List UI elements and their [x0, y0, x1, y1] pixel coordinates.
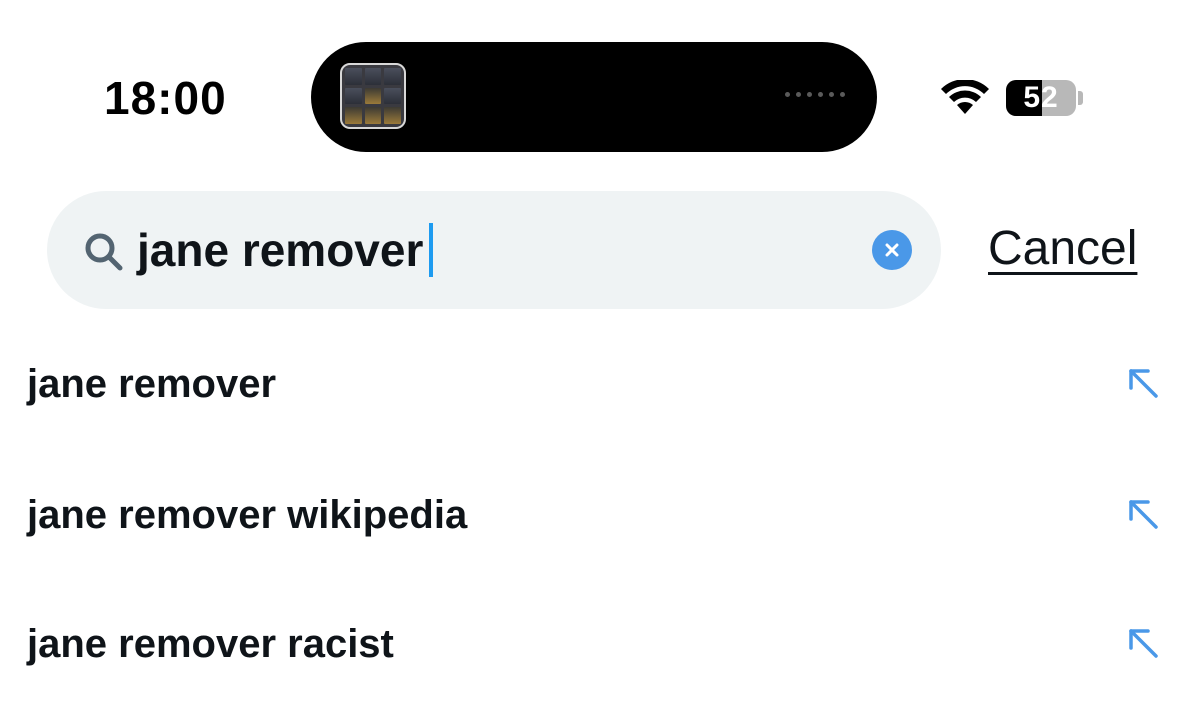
search-input[interactable]: jane remover	[137, 217, 434, 283]
search-suggestion[interactable]: jane remover	[0, 334, 1199, 434]
battery-cap	[1078, 91, 1083, 105]
arrow-up-left-icon[interactable]	[1126, 497, 1160, 531]
clear-search-button[interactable]	[872, 230, 912, 270]
search-bar[interactable]: jane remover	[47, 191, 941, 309]
text-caret	[429, 222, 434, 277]
search-query: jane remover	[137, 224, 424, 276]
waveform-indicator	[785, 92, 845, 98]
battery-indicator: 52	[1006, 80, 1076, 116]
dynamic-island[interactable]	[311, 42, 877, 152]
suggestion-label: jane remover racist	[27, 622, 394, 666]
suggestion-label: jane remover wikipedia	[27, 493, 468, 537]
cancel-button[interactable]: Cancel	[988, 216, 1137, 282]
search-suggestion[interactable]: jane remover wikipedia	[0, 465, 1199, 565]
status-time: 18:00	[104, 72, 227, 124]
live-activity-thumbnail	[340, 63, 406, 129]
search-icon	[85, 233, 123, 271]
wifi-icon	[941, 80, 989, 114]
battery-level: 52	[1023, 81, 1059, 114]
search-suggestion[interactable]: jane remover racist	[0, 594, 1199, 694]
arrow-up-left-icon[interactable]	[1126, 366, 1160, 400]
clear-icon	[885, 243, 899, 257]
suggestion-label: jane remover	[27, 362, 277, 406]
arrow-up-left-icon[interactable]	[1126, 626, 1160, 660]
